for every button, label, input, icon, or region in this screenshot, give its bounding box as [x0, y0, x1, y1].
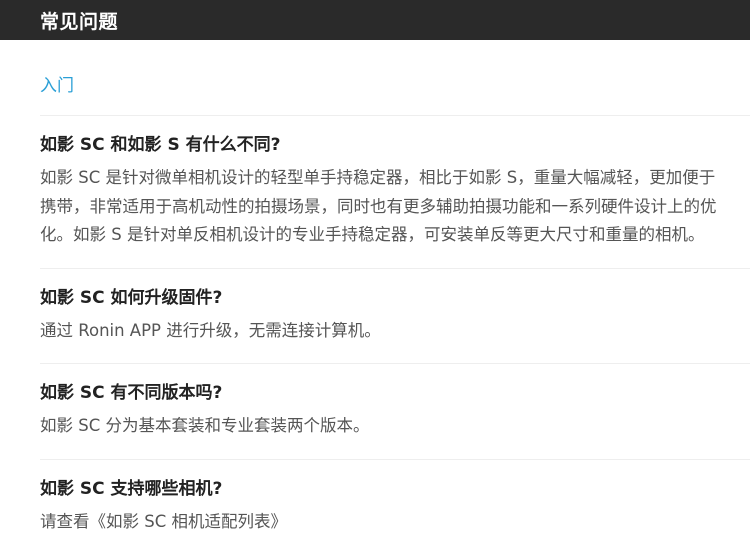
camera-compatibility-link[interactable]: 请查看《如影 SC 相机适配列表》 [40, 508, 720, 537]
page-header: 常见问题 [0, 0, 750, 40]
faq-item: 如影 SC 支持哪些相机? 请查看《如影 SC 相机适配列表》 [40, 460, 750, 555]
page-title: 常见问题 [40, 10, 119, 33]
faq-answer: 如影 SC 分为基本套装和专业套装两个版本。 [40, 416, 370, 435]
category-tab-intro[interactable]: 入门 [40, 40, 750, 115]
faq-question: 如影 SC 有不同版本吗? [40, 383, 223, 403]
faq-item: 如影 SC 和如影 S 有什么不同? 如影 SC 是针对微单相机设计的轻型单手持… [40, 116, 750, 268]
faq-item: 如影 SC 有不同版本吗? 如影 SC 分为基本套装和专业套装两个版本。 [40, 364, 750, 459]
faq-content: 入门 如影 SC 和如影 S 有什么不同? 如影 SC 是针对微单相机设计的轻型… [0, 40, 750, 554]
faq-question: 如影 SC 支持哪些相机? [40, 478, 223, 499]
faq-answer: 如影 SC 是针对微单相机设计的轻型单手持稳定器，相比于如影 S，重量大幅减轻，… [40, 168, 717, 244]
faq-answer: 通过 Ronin APP 进行升级，无需连接计算机。 [40, 320, 381, 340]
faq-item: 如影 SC 如何升级固件? 通过 Ronin APP 进行升级，无需连接计算机。 [40, 269, 750, 364]
faq-question: 如影 SC 如何升级固件? [40, 287, 223, 308]
faq-question: 如影 SC 和如影 S 有什么不同? [40, 135, 281, 155]
